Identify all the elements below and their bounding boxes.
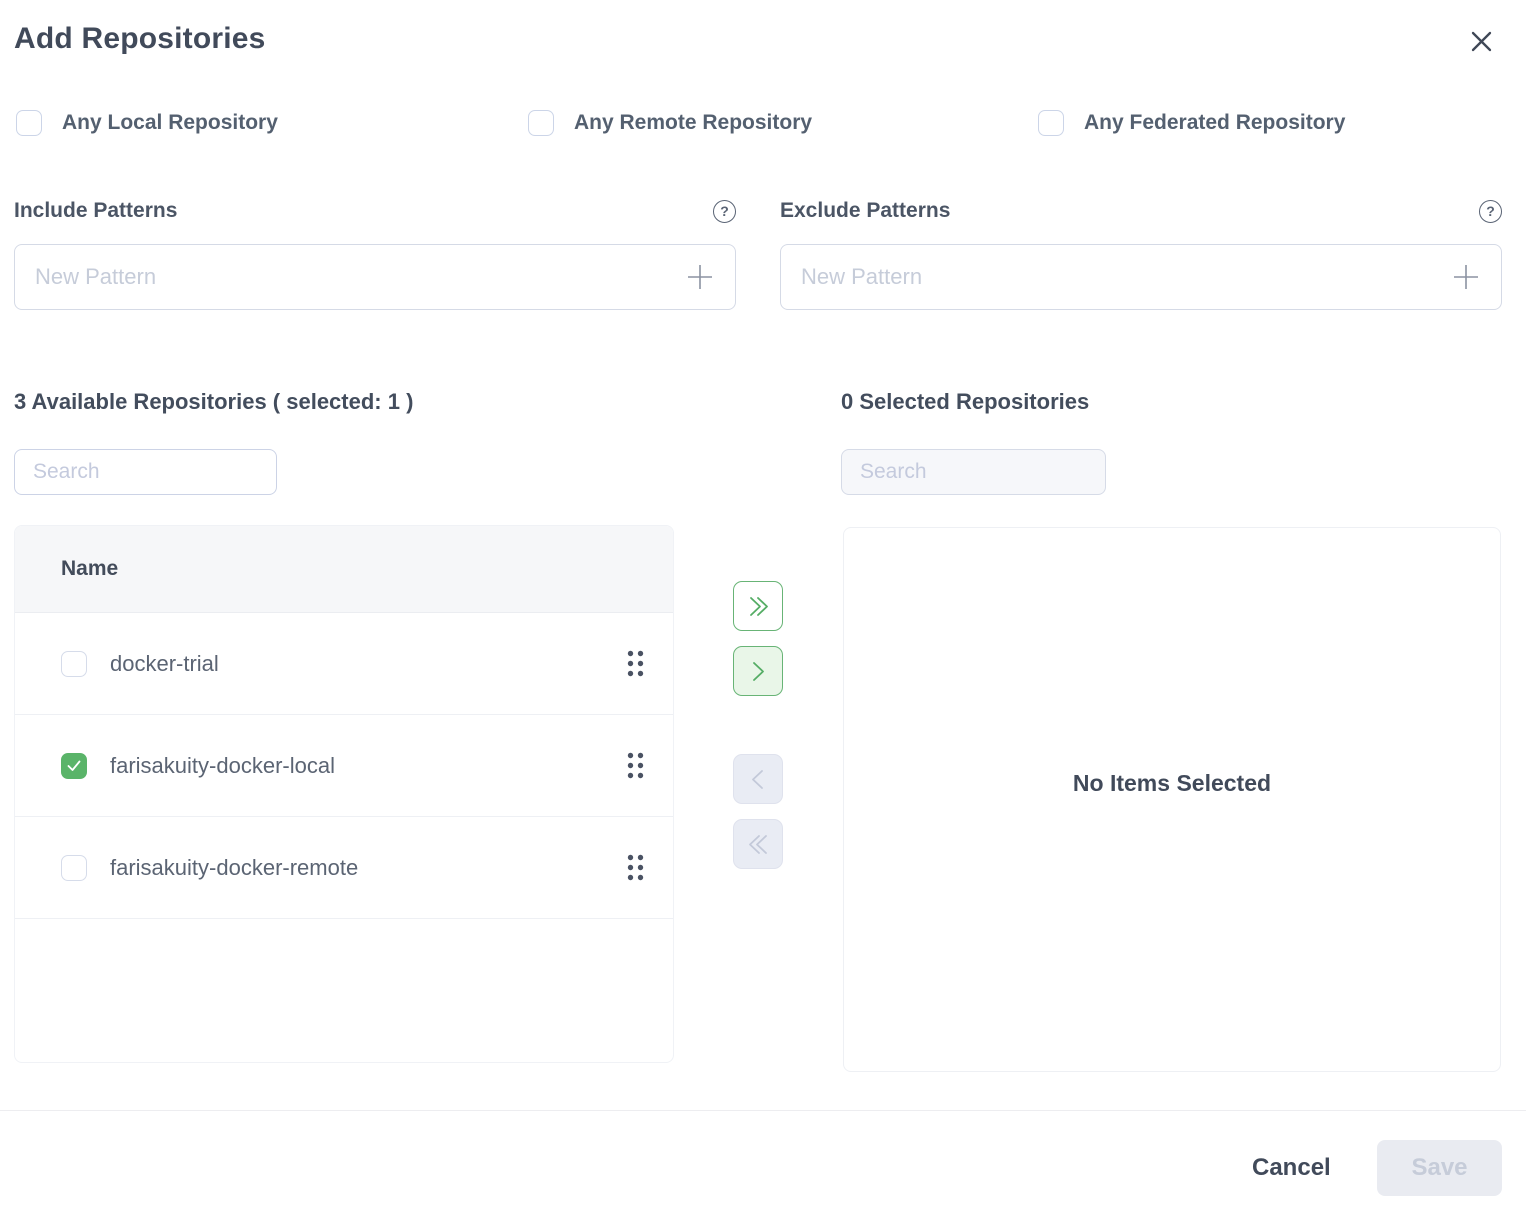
footer-divider <box>0 1110 1526 1111</box>
double-chevron-left-icon <box>745 831 772 858</box>
plus-icon <box>685 262 715 292</box>
chevron-right-icon <box>746 658 770 685</box>
exclude-patterns-label: Exclude Patterns <box>780 199 950 223</box>
selected-repositories-panel: No Items Selected <box>843 527 1501 1072</box>
drag-handle-icon[interactable] <box>626 649 645 678</box>
any-federated-repository-label: Any Federated Repository <box>1084 111 1345 135</box>
available-repositories-table: Name docker-trial fa <box>14 525 674 1063</box>
available-repositories-heading: 3 Available Repositories ( selected: 1 ) <box>14 389 413 415</box>
any-federated-repository-option[interactable]: Any Federated Repository <box>1038 110 1345 136</box>
include-pattern-add-button[interactable] <box>685 262 715 292</box>
table-header-name: Name <box>15 526 673 613</box>
move-all-right-button[interactable] <box>733 581 783 631</box>
any-remote-repository-label: Any Remote Repository <box>574 111 812 135</box>
repository-name: docker-trial <box>110 651 626 677</box>
add-repositories-modal: Add Repositories Any Local Repository An… <box>0 0 1526 1216</box>
plus-icon <box>1451 262 1481 292</box>
available-search-input[interactable] <box>14 449 277 495</box>
row-checkbox[interactable] <box>61 855 87 881</box>
move-left-button[interactable] <box>733 754 783 804</box>
table-row[interactable]: farisakuity-docker-remote <box>15 817 673 919</box>
include-pattern-input[interactable] <box>35 264 685 290</box>
exclude-patterns-section: Exclude Patterns ? <box>780 197 1502 310</box>
repository-name: farisakuity-docker-remote <box>110 855 626 881</box>
table-row[interactable]: docker-trial <box>15 613 673 715</box>
exclude-pattern-add-button[interactable] <box>1451 262 1481 292</box>
include-pattern-inputwrap <box>14 244 736 310</box>
any-remote-repository-option[interactable]: Any Remote Repository <box>528 110 812 136</box>
row-checkbox[interactable] <box>61 753 87 779</box>
exclude-pattern-input[interactable] <box>801 264 1451 290</box>
repository-name: farisakuity-docker-local <box>110 753 626 779</box>
modal-title: Add Repositories <box>14 22 266 56</box>
cancel-button[interactable]: Cancel <box>1222 1140 1361 1196</box>
close-icon <box>1466 26 1497 57</box>
include-patterns-help-icon[interactable]: ? <box>713 200 736 223</box>
chevron-left-icon <box>746 766 770 793</box>
row-checkbox[interactable] <box>61 651 87 677</box>
include-patterns-section: Include Patterns ? <box>14 197 736 310</box>
exclude-patterns-help-icon[interactable]: ? <box>1479 200 1502 223</box>
check-icon <box>67 760 81 772</box>
selected-search-input[interactable] <box>841 449 1106 495</box>
any-local-repository-checkbox[interactable] <box>16 110 42 136</box>
any-local-repository-option[interactable]: Any Local Repository <box>16 110 278 136</box>
double-chevron-right-icon <box>745 593 772 620</box>
move-all-left-button[interactable] <box>733 819 783 869</box>
any-federated-repository-checkbox[interactable] <box>1038 110 1064 136</box>
any-local-repository-label: Any Local Repository <box>62 111 278 135</box>
any-remote-repository-checkbox[interactable] <box>528 110 554 136</box>
drag-handle-icon[interactable] <box>626 853 645 882</box>
include-patterns-label: Include Patterns <box>14 199 177 223</box>
no-items-selected-message: No Items Selected <box>1073 770 1271 797</box>
selected-repositories-heading: 0 Selected Repositories <box>841 389 1089 415</box>
close-button[interactable] <box>1462 22 1500 60</box>
exclude-pattern-inputwrap <box>780 244 1502 310</box>
save-button[interactable]: Save <box>1377 1140 1502 1196</box>
table-row[interactable]: farisakuity-docker-local <box>15 715 673 817</box>
drag-handle-icon[interactable] <box>626 751 645 780</box>
move-right-button[interactable] <box>733 646 783 696</box>
